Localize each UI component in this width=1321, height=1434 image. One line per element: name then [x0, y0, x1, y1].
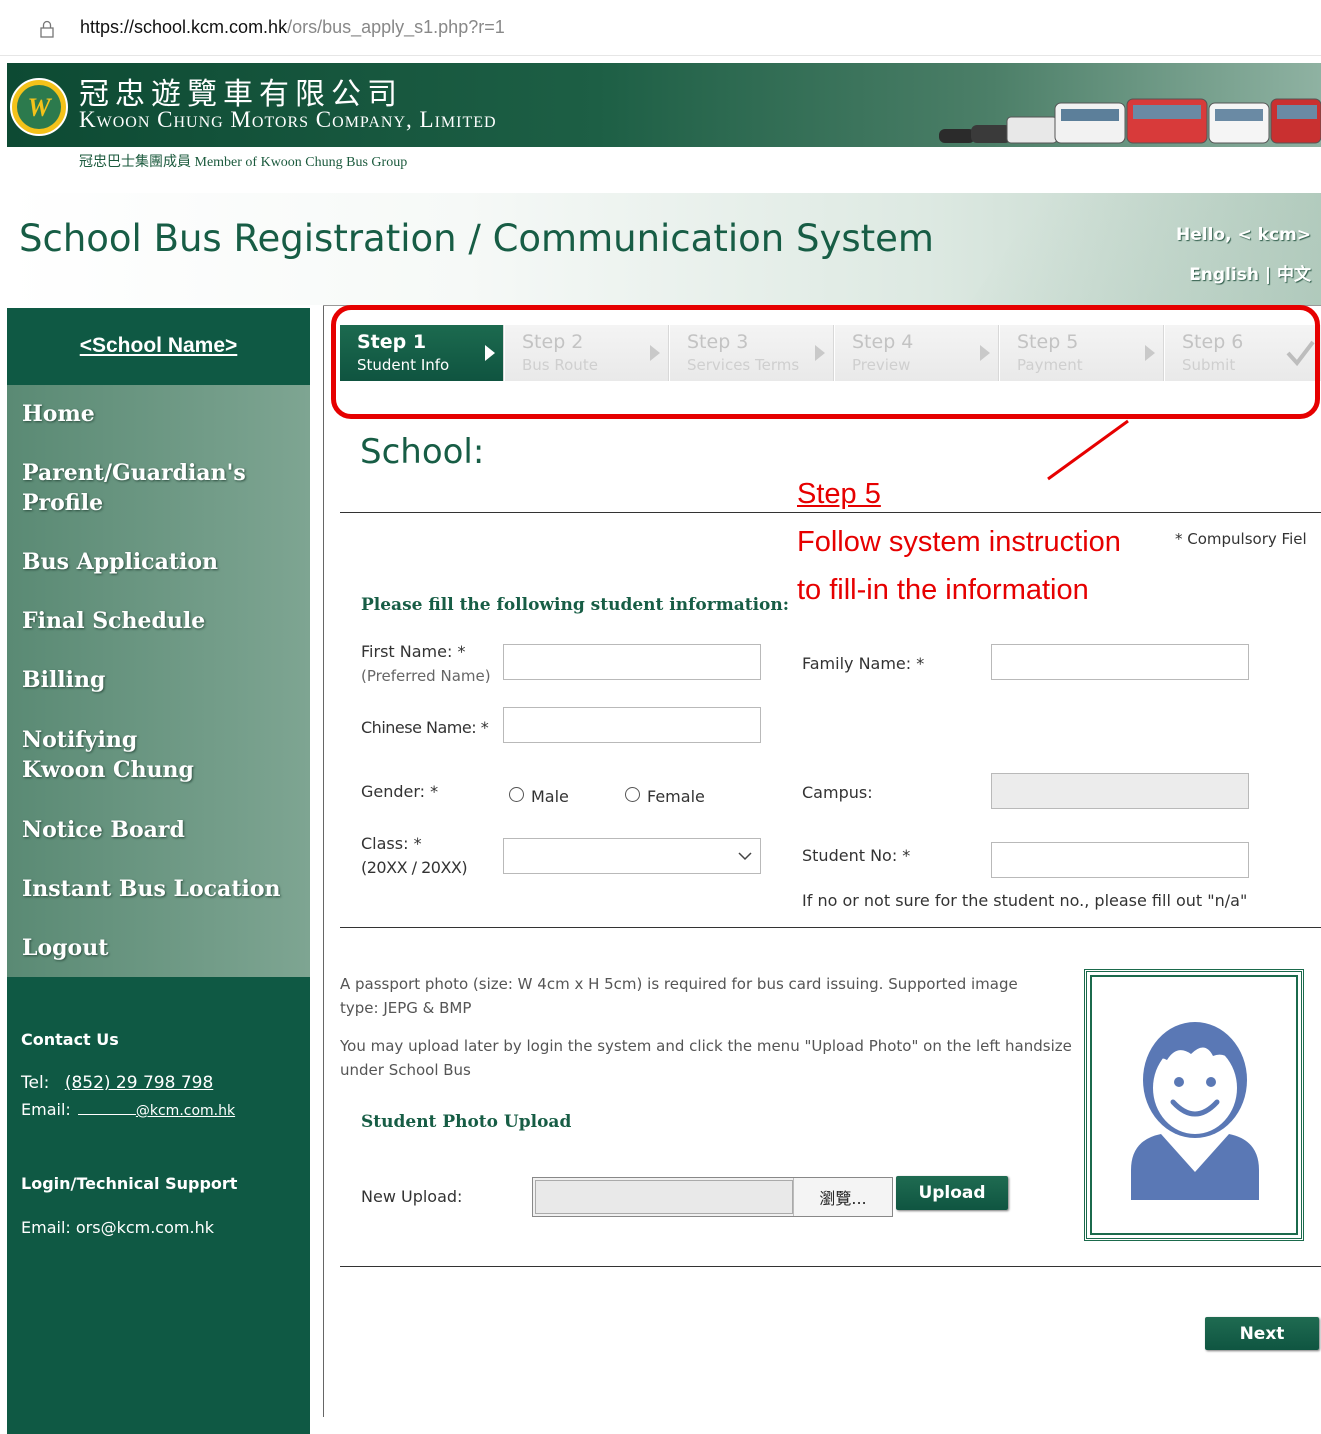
compulsory-field-note: * Compulsory Fiel	[1175, 530, 1307, 548]
first-name-label: First Name: *	[361, 642, 466, 661]
sidebar-item-final-schedule[interactable]: Final Schedule	[22, 606, 205, 636]
sidebar-item-instant-bus-location[interactable]: Instant Bus Location	[22, 874, 281, 904]
tel-label: Tel:	[21, 1073, 50, 1093]
lock-icon	[40, 20, 54, 38]
photo-upload-heading: Student Photo Upload	[361, 1112, 572, 1132]
campus-label: Campus:	[802, 783, 873, 802]
school-heading: School:	[360, 432, 485, 472]
url-text[interactable]: https://school.kcm.com.hk/ors/bus_apply_…	[80, 17, 505, 38]
divider	[340, 927, 1321, 928]
sidebar-item-bus-application[interactable]: Bus Application	[22, 547, 218, 577]
tel-line: Tel: (852) 29 798 798	[21, 1073, 213, 1093]
sidebar-item-notifying-line2[interactable]: Kwoon Chung	[22, 755, 194, 785]
email-line: Email: @kcm.com.hk	[21, 1100, 235, 1119]
sidebar-item-billing[interactable]: Billing	[22, 665, 105, 695]
divider	[340, 1266, 1321, 1267]
avatar-placeholder-icon	[1131, 1022, 1259, 1200]
company-name-english: Kwoon Chung Motors Company, Limited	[79, 107, 497, 132]
file-input[interactable]: 瀏覽...	[532, 1177, 893, 1217]
sidebar-item-home[interactable]: Home	[22, 399, 95, 429]
gender-label: Gender: *	[361, 782, 439, 801]
class-label: Class: *	[361, 834, 422, 853]
gender-female-label[interactable]: Female	[647, 787, 705, 806]
member-of-group-text: 冠忠巴士集團成員 Member of Kwoon Chung Bus Group	[79, 155, 408, 170]
main-left-border	[323, 305, 324, 1417]
chevron-down-icon	[738, 852, 752, 861]
student-no-hint: If no or not sure for the student no., p…	[802, 891, 1248, 910]
photo-upload-later-text: You may upload later by login the system…	[340, 1037, 1072, 1079]
new-upload-label: New Upload:	[361, 1187, 463, 1206]
annotation-text-line1: Follow system instruction	[797, 526, 1121, 558]
sidebar-nav: Home Parent/Guardian's Profile Bus Appli…	[7, 385, 310, 977]
student-no-input[interactable]	[991, 842, 1249, 878]
user-greeting: Hello, < kcm>	[1176, 225, 1311, 245]
sidebar-item-logout[interactable]: Logout	[22, 933, 108, 963]
annotation-step-label: Step 5	[797, 478, 881, 510]
sidebar-item-parent-profile[interactable]: Parent/Guardian's	[22, 458, 246, 488]
photo-requirement-text: A passport photo (size: W 4cm x H 5cm) i…	[340, 975, 1018, 1017]
company-logo: W	[10, 78, 68, 136]
school-name-box: <School Name>	[7, 308, 310, 385]
class-select[interactable]	[503, 838, 761, 874]
annotation-pointer-line	[1047, 419, 1129, 481]
divider	[340, 512, 1321, 513]
system-title: School Bus Registration / Communication …	[19, 217, 934, 260]
first-name-input[interactable]	[503, 644, 761, 680]
student-info-heading: Please fill the following student inform…	[361, 595, 790, 615]
chinese-name-label: Chinese Name: *	[361, 718, 489, 737]
gender-male-radio[interactable]	[509, 787, 524, 802]
upload-button[interactable]: Upload	[896, 1176, 1008, 1210]
bus-fleet-image	[939, 98, 1321, 144]
sidebar: <School Name> Home Parent/Guardian's Pro…	[7, 308, 310, 1434]
contact-heading: Contact Us	[21, 1030, 119, 1049]
system-header: School Bus Registration / Communication …	[7, 193, 1321, 305]
first-name-sublabel: (Preferred Name)	[361, 667, 491, 685]
sidebar-item-parent-profile-line2[interactable]: Profile	[22, 488, 103, 518]
sidebar-item-notifying[interactable]: Notifying	[22, 725, 137, 755]
support-heading: Login/Technical Support	[21, 1174, 238, 1193]
gender-female-radio[interactable]	[625, 787, 640, 802]
family-name-input[interactable]	[991, 644, 1249, 680]
browser-url-bar[interactable]: https://school.kcm.com.hk/ors/bus_apply_…	[0, 0, 1321, 56]
next-button[interactable]: Next	[1205, 1317, 1319, 1350]
gender-male-label[interactable]: Male	[531, 787, 569, 806]
support-email[interactable]: Email: ors@kcm.com.hk	[21, 1218, 214, 1237]
contact-section: Contact Us Tel: (852) 29 798 798 Email: …	[7, 977, 310, 1434]
family-name-label: Family Name: *	[802, 654, 925, 673]
campus-input	[991, 773, 1249, 809]
browse-button[interactable]: 瀏覽...	[793, 1178, 892, 1216]
sidebar-item-notice-board[interactable]: Notice Board	[22, 815, 185, 845]
email-label: Email:	[21, 1100, 71, 1119]
language-switcher[interactable]: English | 中文	[1189, 260, 1311, 285]
photo-preview-frame	[1084, 969, 1304, 1241]
file-path-field[interactable]	[535, 1180, 793, 1214]
annotation-highlight-box	[331, 305, 1320, 419]
student-no-label: Student No: *	[802, 846, 911, 865]
company-banner: W 冠忠遊覽車有限公司 Kwoon Chung Motors Company, …	[7, 63, 1321, 181]
class-sublabel: (20XX / 20XX)	[361, 858, 468, 877]
header-decoration	[967, 193, 1321, 305]
annotation-text-line2: to fill-in the information	[797, 574, 1089, 606]
email-link[interactable]: @kcm.com.hk	[77, 1103, 235, 1119]
chinese-name-input[interactable]	[503, 707, 761, 743]
svg-text:W: W	[27, 93, 52, 122]
school-name-link[interactable]: <School Name>	[7, 334, 310, 358]
tel-link[interactable]: (852) 29 798 798	[65, 1073, 213, 1093]
